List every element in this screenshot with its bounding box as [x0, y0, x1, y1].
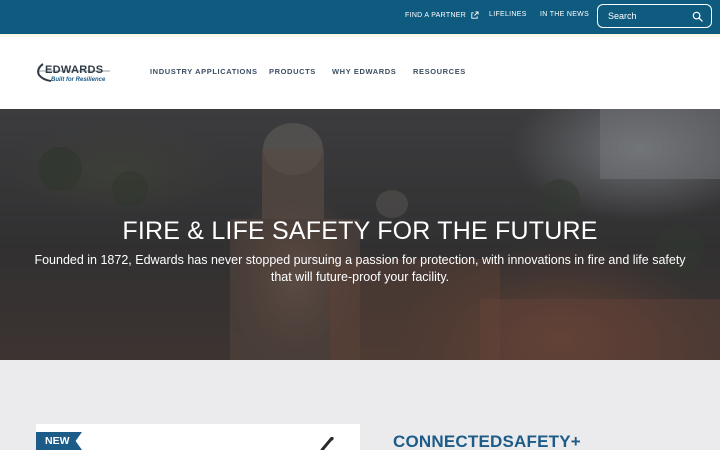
utility-bar: FIND A PARTNER LIFELINES IN THE NEWS — [0, 0, 720, 34]
hero-subtitle: Founded in 1872, Edwards has never stopp… — [34, 253, 686, 284]
nav-products[interactable]: PRODUCTS — [269, 67, 316, 76]
in-the-news-link[interactable]: IN THE NEWS — [540, 11, 589, 18]
product-card[interactable] — [36, 424, 360, 450]
product-title: CONNECTEDSAFETY+ — [393, 432, 581, 450]
lifelines-link[interactable]: LIFELINES — [489, 11, 527, 18]
nav-industry-applications[interactable]: INDUSTRY APPLICATIONS — [150, 67, 258, 76]
search-box[interactable] — [597, 4, 712, 28]
logo-tagline: Built for Resilience — [51, 77, 106, 83]
product-device-icon — [320, 437, 334, 450]
nav-why-edwards[interactable]: WHY EDWARDS — [332, 67, 396, 76]
logo-wordmark: EDWARDS — [45, 64, 104, 76]
edwards-logo[interactable]: EDWARDS Built for Resilience — [35, 61, 115, 87]
hero-title: FIRE & LIFE SAFETY FOR THE FUTURE — [122, 217, 598, 245]
hero-banner: FIRE & LIFE SAFETY FOR THE FUTURE Founde… — [0, 109, 720, 360]
new-badge: NEW — [36, 432, 82, 450]
nav-resources[interactable]: RESOURCES — [413, 67, 466, 76]
find-a-partner-link[interactable]: FIND A PARTNER — [405, 11, 479, 20]
search-icon[interactable] — [692, 11, 703, 22]
find-a-partner-label: FIND A PARTNER — [405, 12, 467, 19]
external-link-icon — [471, 11, 479, 19]
feature-section — [0, 360, 720, 450]
search-input[interactable] — [608, 11, 692, 21]
main-navigation: EDWARDS Built for Resilience INDUSTRY AP… — [0, 34, 720, 109]
